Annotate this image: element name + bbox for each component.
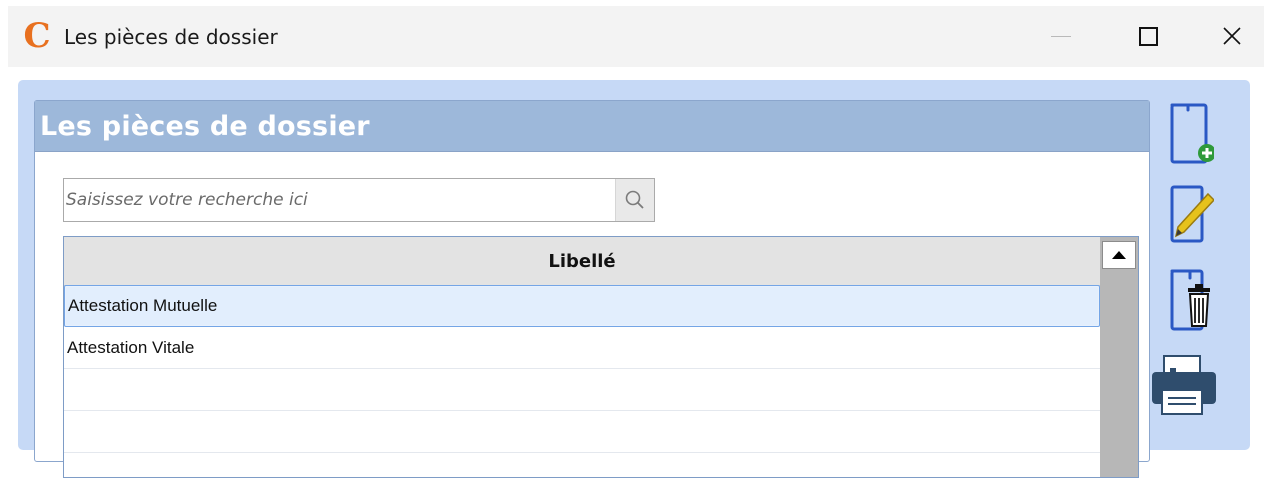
search-button[interactable] <box>615 179 654 221</box>
edit-document-icon <box>1170 185 1214 243</box>
panel-title: Les pièces de dossier <box>40 111 370 142</box>
scroll-up-button[interactable] <box>1102 241 1136 269</box>
table-body: Attestation Mutuelle Attestation Vitale <box>64 285 1100 453</box>
table-header[interactable]: Libellé <box>64 237 1100 286</box>
vertical-scrollbar[interactable] <box>1100 237 1138 477</box>
close-icon <box>1223 27 1241 45</box>
column-header-libelle: Libellé <box>548 250 616 272</box>
maximize-button[interactable] <box>1120 14 1176 58</box>
table-row[interactable] <box>64 411 1100 453</box>
minimize-icon <box>1051 35 1071 37</box>
print-button[interactable] <box>1150 352 1216 416</box>
maximize-icon <box>1138 26 1158 46</box>
close-button[interactable] <box>1204 14 1260 58</box>
search-input[interactable] <box>64 179 614 221</box>
cell-libelle: Attestation Mutuelle <box>68 296 218 315</box>
table-row[interactable] <box>64 369 1100 411</box>
delete-document-button[interactable] <box>1150 268 1214 332</box>
search-icon <box>625 190 644 209</box>
table-row[interactable]: Attestation Vitale <box>64 327 1100 369</box>
search-box <box>63 178 655 222</box>
add-document-button[interactable] <box>1150 102 1214 166</box>
table-row[interactable]: Attestation Mutuelle <box>64 285 1100 327</box>
title-bar: C Les pièces de dossier <box>8 6 1264 67</box>
documents-panel: Les pièces de dossier Libellé Attestatio… <box>34 100 1150 478</box>
documents-table: Libellé Attestation Mutuelle Attestation… <box>63 236 1139 478</box>
panel-header: Les pièces de dossier <box>35 101 1149 152</box>
main-area: Les pièces de dossier Libellé Attestatio… <box>18 80 1250 478</box>
edit-document-button[interactable] <box>1150 184 1214 248</box>
c-logo-icon: C <box>23 16 51 56</box>
add-document-icon <box>1170 103 1214 164</box>
minimize-button[interactable] <box>1033 14 1089 58</box>
window-title: Les pièces de dossier <box>64 25 278 49</box>
cell-libelle: Attestation Vitale <box>67 337 195 357</box>
delete-document-icon <box>1170 269 1210 331</box>
arrow-up-icon <box>1112 251 1126 259</box>
print-icon <box>1152 355 1216 415</box>
